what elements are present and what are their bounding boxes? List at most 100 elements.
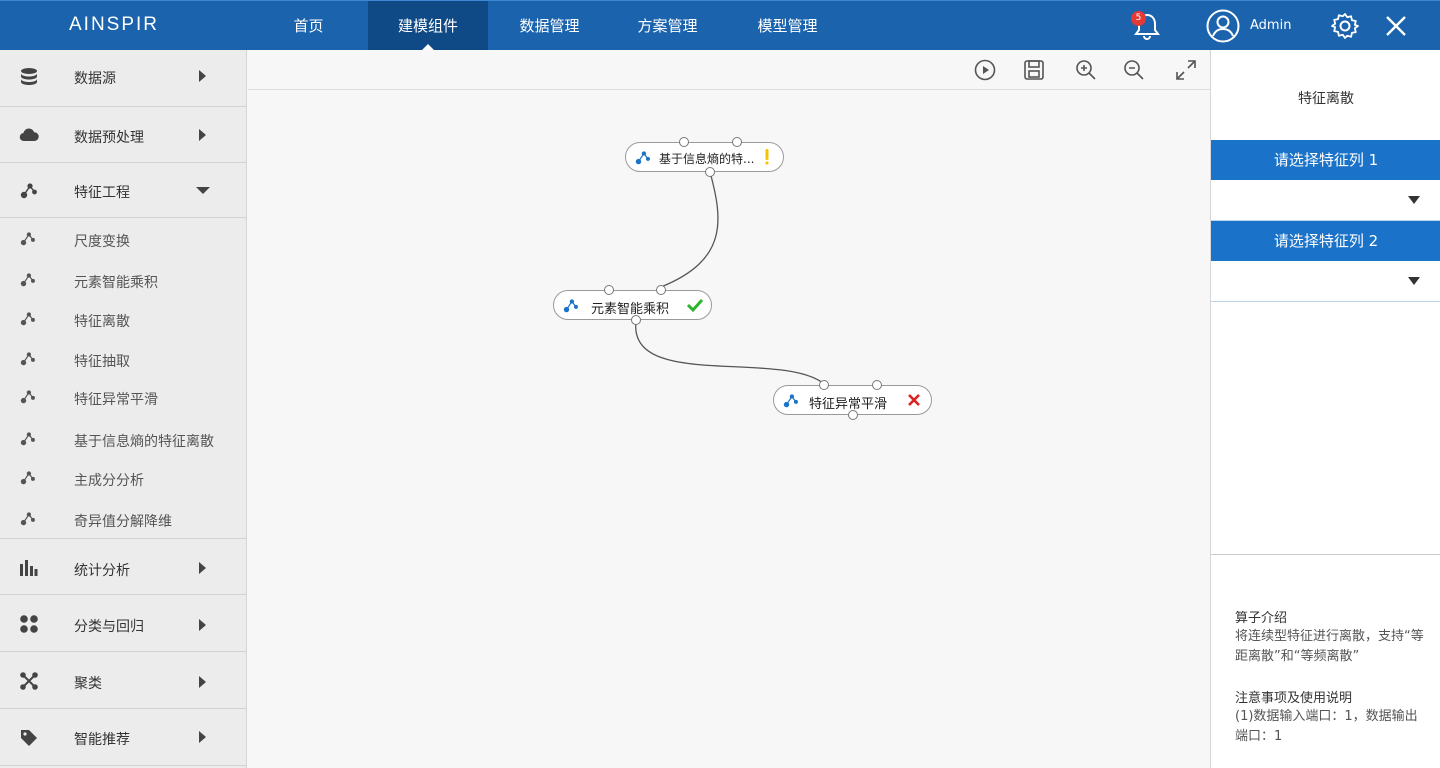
input-port[interactable] [679, 137, 689, 147]
workflow-node-entropy-discretize[interactable]: 基于信息熵的特... [625, 142, 784, 172]
database-icon [21, 68, 37, 85]
sidebar-item-scale-transform[interactable]: 尺度变换 [0, 219, 247, 259]
sidebar-item-label: 特征异常平滑 [74, 392, 158, 408]
feature-icon [20, 390, 35, 404]
close-icon[interactable] [1379, 9, 1413, 43]
sidebar-category-label: 智能推荐 [74, 732, 130, 748]
node-label: 基于信息熵的特... [659, 152, 755, 166]
grid-dots-icon [20, 615, 38, 633]
feature-icon [20, 232, 35, 246]
feature-icon [20, 312, 35, 326]
workflow-canvas[interactable]: 基于信息熵的特... 元素智能乘积 特征异常平滑 [248, 50, 1210, 768]
sidebar-category-label: 数据源 [74, 71, 116, 87]
sidebar-category-smart-recommendation[interactable]: 智能推荐 [0, 709, 247, 766]
nav-modeling-components[interactable]: 建模组件 [368, 1, 488, 51]
sidebar-item-label: 特征抽取 [74, 354, 130, 370]
error-x-icon [908, 394, 920, 406]
intro-text: 将连续型特征进行离散，支持“等距离散”和“等频离散” [1235, 629, 1424, 664]
nav-data-management[interactable]: 数据管理 [490, 1, 609, 51]
output-port[interactable] [705, 167, 715, 177]
feature-icon [20, 273, 35, 287]
sidebar-category-statistics[interactable]: 统计分析 [0, 538, 247, 595]
sidebar-category-label: 特征工程 [74, 185, 130, 201]
sidebar-category-clustering[interactable]: 聚类 [0, 652, 247, 709]
input-port[interactable] [604, 285, 614, 295]
bar-chart-icon [20, 560, 38, 576]
component-sidebar: 数据源 数据预处理 特征工程 尺度变换 元素智能乘积 特征离散 特征抽取 特征异… [0, 50, 247, 768]
feature-column-2-header: 请选择特征列 2 [1211, 221, 1440, 261]
feature-icon [20, 352, 35, 366]
sidebar-item-entropy-discretize[interactable]: 基于信息熵的特征离散 [0, 419, 247, 459]
brand-logo[interactable]: AINSPIR [69, 14, 159, 36]
gear-icon[interactable] [1328, 9, 1362, 43]
cluster-icon [20, 672, 38, 690]
feature-icon [20, 512, 35, 526]
output-port[interactable] [631, 315, 641, 325]
input-port[interactable] [656, 285, 666, 295]
canvas-toolbar [248, 50, 1210, 90]
input-port[interactable] [872, 380, 882, 390]
tag-icon [21, 730, 37, 746]
nav-model-management[interactable]: 模型管理 [728, 1, 847, 51]
cloud-icon [19, 128, 39, 142]
sidebar-item-label: 奇异值分解降维 [74, 514, 172, 530]
sidebar-item-label: 尺度变换 [74, 234, 130, 250]
fullscreen-icon[interactable] [1174, 58, 1198, 82]
feature-icon [20, 183, 37, 199]
chevron-right-icon [199, 676, 206, 688]
warning-icon [765, 149, 769, 165]
connection-line [635, 320, 824, 384]
top-navigation-bar: AINSPIR 首页 建模组件 数据管理 方案管理 模型管理 5 Admin [0, 0, 1440, 51]
feature-icon [20, 432, 35, 446]
sidebar-item-feature-discretize[interactable]: 特征离散 [0, 299, 247, 339]
chevron-right-icon [199, 129, 206, 141]
dropdown-arrow-icon [1408, 196, 1420, 204]
nav-plan-management[interactable]: 方案管理 [609, 1, 726, 51]
sidebar-category-data-source[interactable]: 数据源 [0, 50, 247, 107]
user-avatar-icon[interactable] [1206, 9, 1240, 43]
connection-line [660, 171, 719, 288]
sidebar-item-outlier-smoothing[interactable]: 特征异常平滑 [0, 377, 247, 417]
sidebar-item-feature-extract[interactable]: 特征抽取 [0, 339, 247, 379]
chevron-right-icon [199, 731, 206, 743]
sidebar-item-elementwise-product[interactable]: 元素智能乘积 [0, 260, 247, 300]
feature-column-1-select[interactable] [1211, 180, 1440, 221]
sidebar-category-preprocessing[interactable]: 数据预处理 [0, 107, 247, 163]
node-label: 元素智能乘积 [591, 302, 670, 317]
input-port[interactable] [732, 137, 742, 147]
chevron-right-icon [199, 70, 206, 82]
feature-column-2-select[interactable] [1211, 261, 1440, 302]
input-port[interactable] [819, 380, 829, 390]
feature-icon [783, 394, 798, 408]
zoom-out-icon[interactable] [1122, 58, 1146, 82]
sidebar-category-label: 数据预处理 [74, 130, 144, 146]
zoom-in-icon[interactable] [1074, 58, 1098, 82]
sidebar-item-label: 基于信息熵的特征离散 [74, 434, 214, 450]
output-port[interactable] [848, 410, 858, 420]
notification-badge: 5 [1131, 11, 1146, 26]
sidebar-item-pca[interactable]: 主成分分析 [0, 458, 247, 498]
notes-heading: 注意事项及使用说明 [1235, 691, 1353, 706]
nav-modeling-components-label: 建模组件 [397, 17, 458, 35]
sidebar-category-label: 分类与回归 [74, 619, 144, 635]
user-name[interactable]: Admin [1250, 18, 1291, 33]
save-icon[interactable] [1022, 58, 1046, 82]
node-label: 特征异常平滑 [809, 397, 888, 412]
feature-icon [635, 151, 650, 165]
dropdown-arrow-icon [1408, 277, 1420, 285]
sidebar-item-label: 特征离散 [74, 314, 130, 330]
sidebar-category-label: 统计分析 [74, 563, 130, 579]
sidebar-category-classification-regression[interactable]: 分类与回归 [0, 595, 247, 652]
chevron-right-icon [199, 619, 206, 631]
sidebar-item-svd[interactable]: 奇异值分解降维 [0, 499, 247, 539]
feature-column-1-header: 请选择特征列 1 [1211, 140, 1440, 180]
sidebar-item-label: 元素智能乘积 [74, 275, 158, 291]
intro-heading: 算子介绍 [1235, 611, 1288, 626]
feature-icon [563, 299, 578, 313]
feature-icon [20, 471, 35, 485]
properties-panel: 特征离散 请选择特征列 1 请选择特征列 2 算子介绍 将连续型特征进行离散，支… [1210, 50, 1440, 768]
run-icon[interactable] [973, 58, 997, 82]
check-icon [686, 298, 704, 313]
sidebar-category-feature-engineering[interactable]: 特征工程 [0, 163, 247, 218]
nav-home[interactable]: 首页 [249, 1, 368, 51]
